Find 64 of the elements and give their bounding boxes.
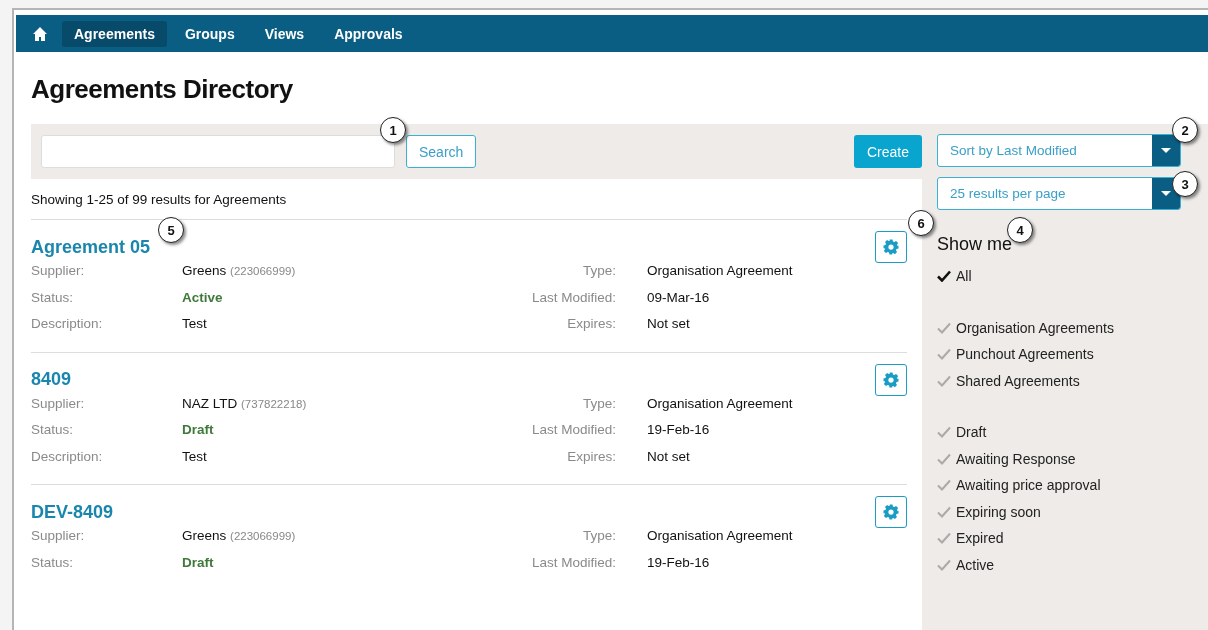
field-label: Supplier:	[31, 262, 86, 280]
field-value: Not set	[647, 315, 691, 333]
supplier-code: (737822218)	[241, 397, 307, 410]
status-value: Draft	[182, 554, 214, 570]
nav-tab[interactable]: Agreements	[62, 20, 167, 47]
filter-option[interactable]: Shared Agreements	[956, 372, 1080, 389]
field-label: Type:	[582, 395, 616, 411]
field-value: Organisation Agreement	[647, 262, 794, 280]
field-value: Test	[182, 448, 207, 464]
field-label: Supplier:	[31, 527, 86, 545]
filter-option[interactable]: Punchout Agreements	[956, 346, 1094, 363]
gear-icon	[882, 503, 900, 521]
field-label: Status:	[31, 421, 75, 439]
agreement-title-link[interactable]: 8409	[31, 369, 72, 390]
field-label: Last Modified:	[531, 554, 616, 570]
settings-button[interactable]	[875, 363, 907, 396]
field-value: 19-Feb-16	[647, 421, 711, 439]
nav-tab[interactable]: Groups	[172, 20, 247, 47]
field-label: Type:	[582, 528, 616, 543]
filter-option[interactable]: Organisation Agreements	[956, 319, 1114, 336]
filter-option[interactable]: Active	[956, 556, 995, 573]
field-label: Supplier:	[31, 394, 86, 413]
status-value: Active	[182, 289, 223, 305]
field-label: Description:	[31, 315, 104, 333]
search-field[interactable]	[41, 135, 395, 168]
agreement-title-link[interactable]: Agreement 05	[31, 236, 151, 258]
field-label: Status:	[31, 288, 75, 307]
settings-button[interactable]	[875, 496, 907, 528]
field-value: Organisation Agreement	[647, 394, 794, 413]
page-title: Agreements Directory	[30, 73, 294, 106]
status-value: Draft	[182, 422, 214, 437]
settings-button[interactable]	[875, 231, 907, 263]
filter-option[interactable]: Awaiting Response	[956, 450, 1076, 467]
results-summary: Showing 1-25 of 99 results for Agreements	[31, 191, 288, 209]
filter-option[interactable]: Awaiting price approval	[956, 477, 1101, 494]
gear-icon	[882, 370, 900, 389]
home-icon[interactable]	[32, 25, 48, 42]
field-label: Last Modified:	[531, 289, 616, 305]
field-label: Status:	[31, 553, 75, 572]
filter-option[interactable]: Expiring soon	[956, 503, 1041, 520]
field-label: Description:	[31, 447, 104, 466]
field-value: NAZ LTD	[182, 395, 238, 411]
supplier-code: (223066999)	[230, 530, 296, 542]
field-label: Expires:	[567, 316, 616, 331]
field-value: Test	[182, 316, 207, 331]
field-value: Organisation Agreement	[647, 527, 794, 545]
field-label: Type:	[582, 263, 616, 278]
field-value: Greens	[182, 263, 227, 278]
nav-tab[interactable]: Approvals	[322, 20, 415, 47]
field-value: Not set	[647, 447, 691, 466]
supplier-code: (223066999)	[230, 265, 296, 277]
field-value: 19-Feb-16	[647, 553, 711, 572]
nav-tab[interactable]: Views	[252, 20, 317, 47]
caret-icon	[1161, 191, 1171, 196]
field-label: Expires:	[567, 448, 616, 464]
field-label: Last Modified:	[531, 422, 616, 437]
agreement-title-link[interactable]: DEV-8409	[31, 501, 114, 523]
gear-icon	[882, 238, 900, 256]
filter-option[interactable]: All	[956, 268, 972, 285]
filter-option[interactable]: Draft	[956, 424, 987, 441]
field-value: Greens	[182, 528, 227, 543]
caret-icon	[1161, 148, 1171, 153]
filter-option[interactable]: Expired	[956, 530, 1004, 547]
field-value: 09-Mar-16	[647, 288, 711, 307]
